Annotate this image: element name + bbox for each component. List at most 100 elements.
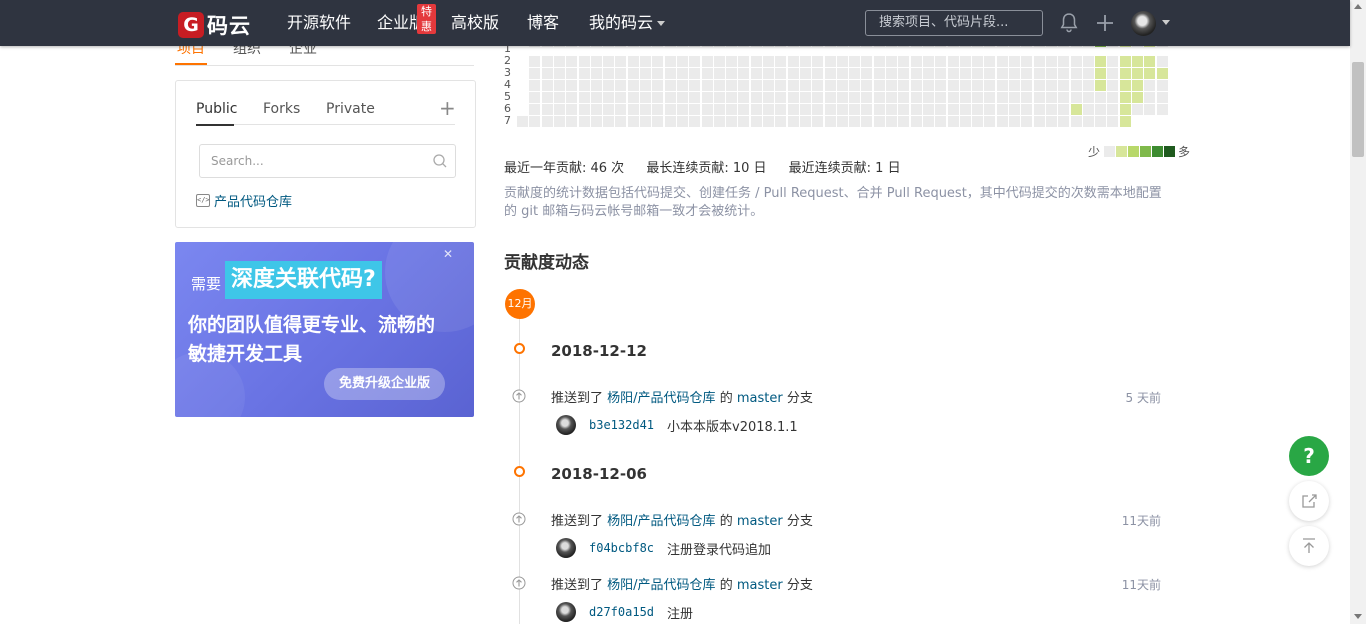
commit-sha-link[interactable]: f04bcbf8c	[589, 541, 654, 555]
heatmap-day-cell[interactable]	[676, 116, 688, 127]
heatmap-day-cell[interactable]	[566, 116, 578, 127]
tab-private[interactable]: Private	[326, 101, 375, 117]
repo-search-input[interactable]: Search...	[199, 144, 456, 178]
heatmap-day-cell[interactable]	[972, 104, 984, 115]
heatmap-day-cell[interactable]	[824, 104, 836, 115]
heatmap-day-cell[interactable]	[984, 104, 996, 115]
heatmap-day-cell[interactable]	[1107, 80, 1119, 91]
heatmap-day-cell[interactable]	[664, 116, 676, 127]
heatmap-day-cell[interactable]	[1095, 80, 1107, 91]
heatmap-day-cell[interactable]	[996, 104, 1008, 115]
heatmap-day-cell[interactable]	[886, 56, 897, 67]
heatmap-day-cell[interactable]	[1021, 92, 1033, 103]
heatmap-day-cell[interactable]	[529, 104, 541, 115]
heatmap-day-cell[interactable]	[1107, 68, 1119, 79]
heatmap-day-cell[interactable]	[824, 68, 836, 79]
heatmap-day-cell[interactable]	[615, 80, 627, 91]
heatmap-day-cell[interactable]	[873, 80, 885, 91]
avatar-chevron-down-icon[interactable]	[1162, 20, 1170, 25]
heatmap-day-cell[interactable]	[1144, 104, 1156, 115]
heatmap-day-cell[interactable]	[1009, 56, 1020, 67]
heatmap-day-cell[interactable]	[1082, 92, 1094, 103]
tab-forks[interactable]: Forks	[263, 101, 300, 117]
heatmap-day-cell[interactable]	[1009, 104, 1020, 115]
heatmap-day-cell[interactable]	[689, 104, 701, 115]
heatmap-day-cell[interactable]	[836, 104, 848, 115]
heatmap-day-cell[interactable]	[898, 68, 910, 79]
heatmap-day-cell[interactable]	[1021, 116, 1033, 127]
heatmap-day-cell[interactable]	[935, 80, 947, 91]
heatmap-day-cell[interactable]	[578, 92, 590, 103]
heatmap-day-cell[interactable]	[676, 56, 688, 67]
heatmap-day-cell[interactable]	[1156, 80, 1168, 91]
heatmap-day-cell[interactable]	[566, 92, 578, 103]
heatmap-day-cell[interactable]	[1045, 80, 1057, 91]
heatmap-day-cell[interactable]	[812, 68, 824, 79]
heatmap-day-cell[interactable]	[1021, 56, 1033, 67]
heatmap-day-cell[interactable]	[1021, 104, 1033, 115]
heatmap-day-cell[interactable]	[849, 56, 861, 67]
heatmap-day-cell[interactable]	[849, 80, 861, 91]
heatmap-day-cell[interactable]	[861, 80, 873, 91]
heatmap-day-cell[interactable]	[959, 116, 971, 127]
heatmap-day-cell[interactable]	[566, 80, 578, 91]
heatmap-day-cell[interactable]	[824, 56, 836, 67]
heatmap-day-cell[interactable]	[1058, 92, 1070, 103]
heatmap-day-cell[interactable]	[627, 104, 639, 115]
heatmap-day-cell[interactable]	[738, 104, 750, 115]
heatmap-day-cell[interactable]	[996, 68, 1008, 79]
heatmap-day-cell[interactable]	[1095, 56, 1107, 67]
event-repo-link[interactable]: 杨阳/产品代码仓库	[607, 514, 715, 529]
heatmap-day-cell[interactable]	[836, 92, 848, 103]
heatmap-day-cell[interactable]	[652, 80, 664, 91]
heatmap-day-cell[interactable]	[726, 68, 738, 79]
heatmap-day-cell[interactable]	[750, 92, 762, 103]
heatmap-day-cell[interactable]	[1156, 92, 1168, 103]
heatmap-day-cell[interactable]	[603, 104, 615, 115]
heatmap-day-cell[interactable]	[640, 116, 651, 127]
heatmap-day-cell[interactable]	[640, 56, 651, 67]
commit-sha-link[interactable]: b3e132d41	[589, 418, 654, 432]
heatmap-day-cell[interactable]	[738, 116, 750, 127]
help-button[interactable]: ?	[1289, 436, 1329, 476]
heatmap-day-cell[interactable]	[922, 56, 934, 67]
heatmap-day-cell[interactable]	[726, 56, 738, 67]
heatmap-day-cell[interactable]	[996, 116, 1008, 127]
heatmap-day-cell[interactable]	[529, 80, 541, 91]
heatmap-day-cell[interactable]	[529, 68, 541, 79]
heatmap-day-cell[interactable]	[1132, 68, 1143, 79]
heatmap-day-cell[interactable]	[775, 116, 787, 127]
heatmap-day-cell[interactable]	[947, 68, 959, 79]
heatmap-day-cell[interactable]	[947, 56, 959, 67]
heatmap-day-cell[interactable]	[627, 56, 639, 67]
heatmap-day-cell[interactable]	[1070, 56, 1082, 67]
heatmap-day-cell[interactable]	[627, 92, 639, 103]
scroll-up-arrow-icon[interactable]	[1354, 4, 1362, 9]
heatmap-day-cell[interactable]	[1107, 104, 1119, 115]
heatmap-day-cell[interactable]	[689, 56, 701, 67]
heatmap-day-cell[interactable]	[849, 104, 861, 115]
heatmap-day-cell[interactable]	[935, 92, 947, 103]
heatmap-day-cell[interactable]	[1045, 56, 1057, 67]
heatmap-day-cell[interactable]	[984, 92, 996, 103]
heatmap-day-cell[interactable]	[922, 116, 934, 127]
heatmap-day-cell[interactable]	[541, 104, 553, 115]
heatmap-day-cell[interactable]	[910, 104, 922, 115]
heatmap-day-cell[interactable]	[799, 116, 811, 127]
heatmap-day-cell[interactable]	[1095, 68, 1107, 79]
heatmap-day-cell[interactable]	[886, 68, 897, 79]
heatmap-day-cell[interactable]	[898, 80, 910, 91]
heatmap-day-cell[interactable]	[566, 104, 578, 115]
heatmap-day-cell[interactable]	[1058, 56, 1070, 67]
heatmap-day-cell[interactable]	[873, 92, 885, 103]
heatmap-day-cell[interactable]	[1070, 80, 1082, 91]
heatmap-day-cell[interactable]	[713, 116, 725, 127]
heatmap-day-cell[interactable]	[1132, 104, 1143, 115]
heatmap-day-cell[interactable]	[775, 56, 787, 67]
heatmap-day-cell[interactable]	[701, 68, 713, 79]
heatmap-day-cell[interactable]	[615, 68, 627, 79]
heatmap-day-cell[interactable]	[1070, 92, 1082, 103]
heatmap-day-cell[interactable]	[959, 56, 971, 67]
heatmap-day-cell[interactable]	[750, 104, 762, 115]
heatmap-day-cell[interactable]	[701, 116, 713, 127]
